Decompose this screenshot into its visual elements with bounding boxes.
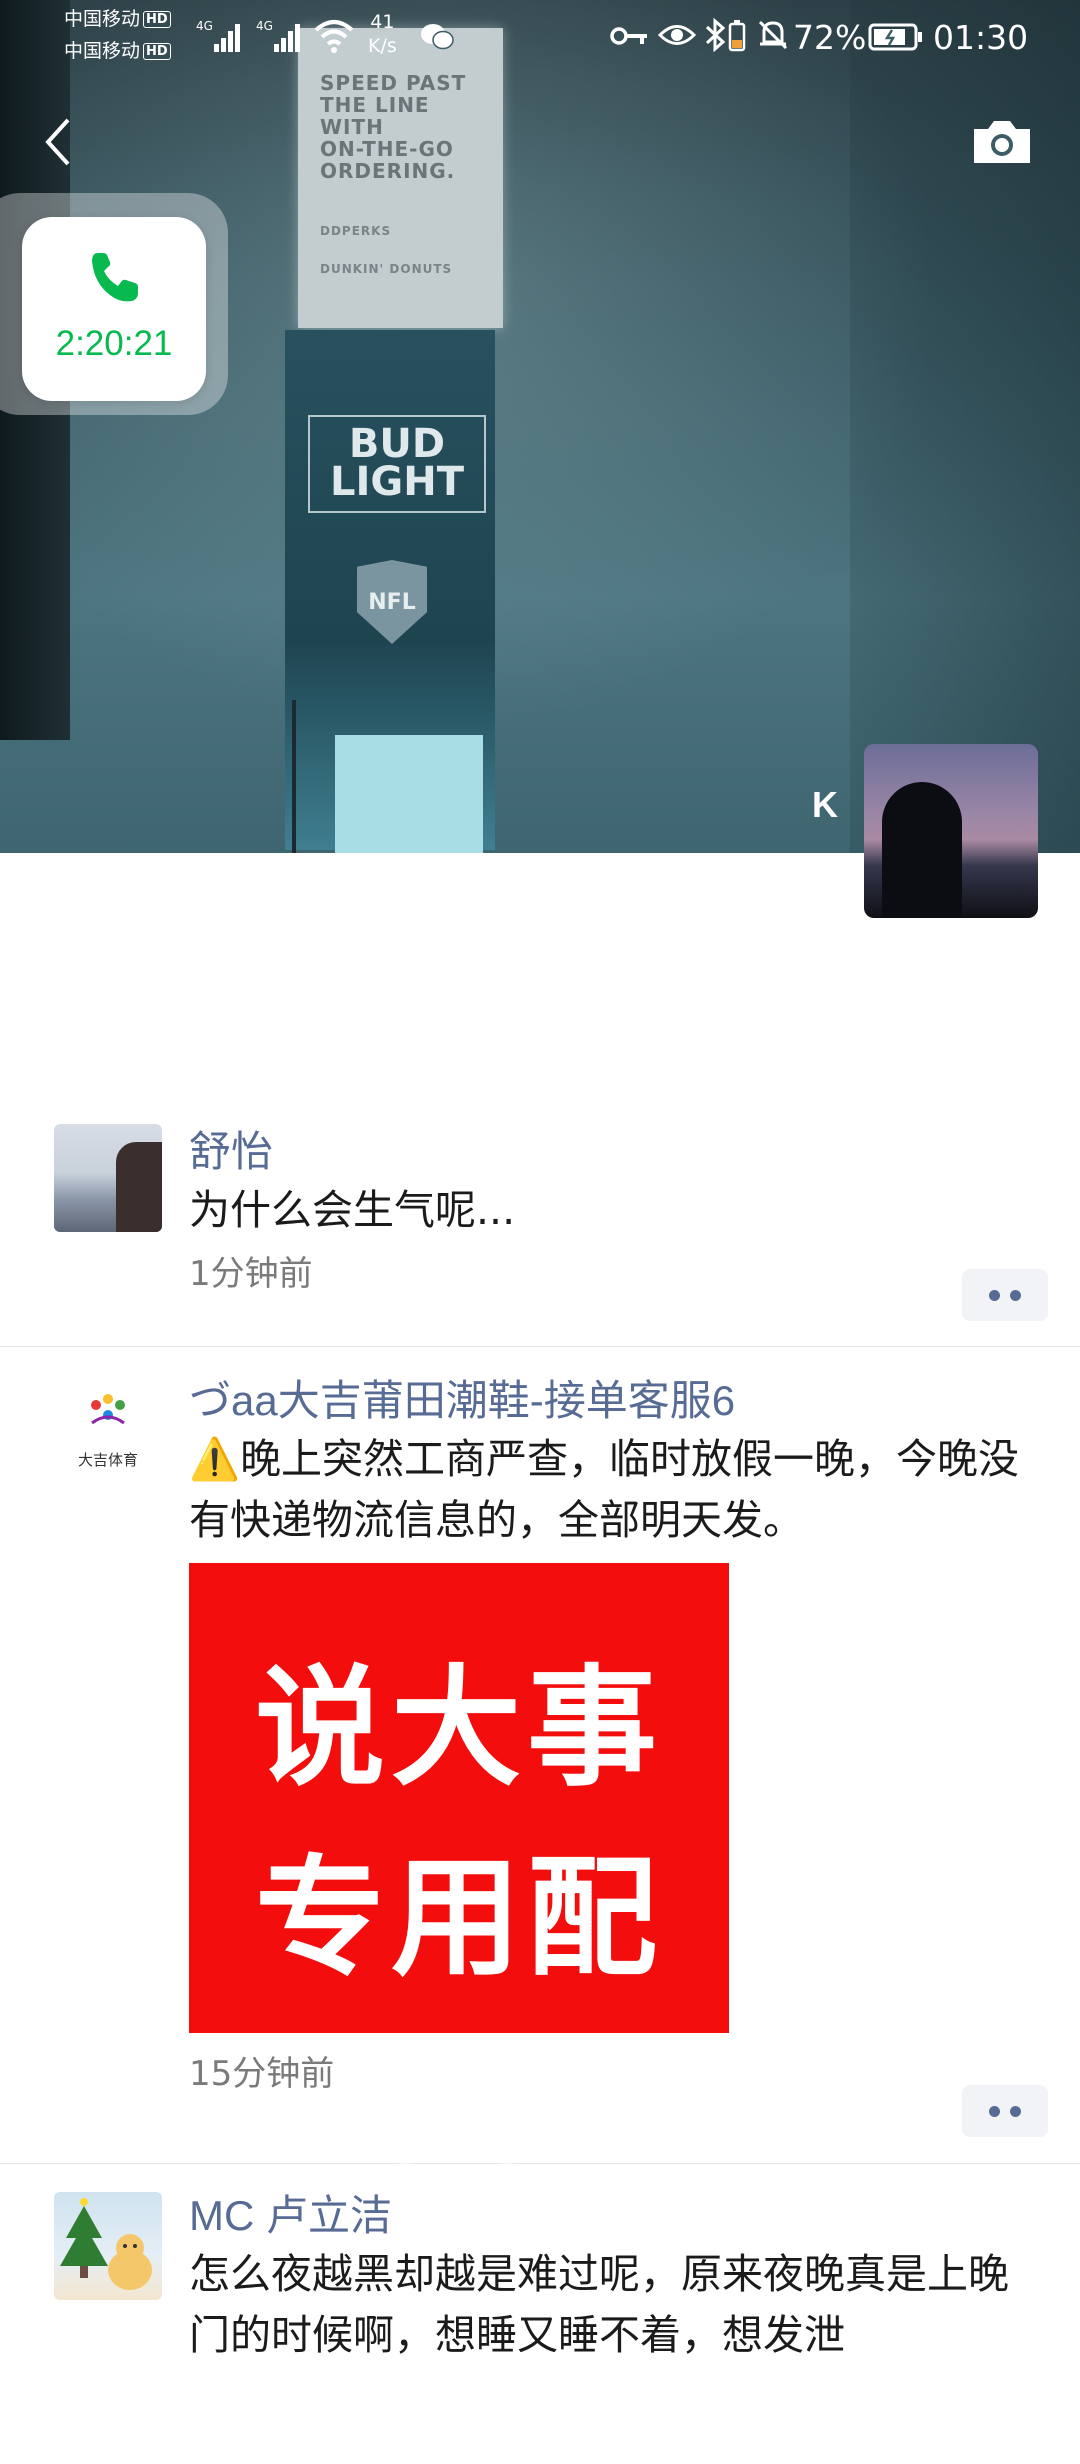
key-icon [610, 27, 647, 45]
avatar[interactable] [54, 1124, 162, 1232]
post-author[interactable]: づaa大吉莆田潮鞋-接单客服6 [189, 1347, 1040, 1429]
signal-icon: 4G [196, 19, 240, 52]
call-float-window[interactable]: 2:20:21 [22, 217, 206, 401]
billboard-line: THE LINE [320, 93, 430, 117]
status-bar: 中国移动 HD 中国移动 HD 4G 4G 41 K/s 72% 01:30 [0, 0, 1080, 75]
post-author[interactable]: 舒怡 [189, 1110, 1040, 1180]
hd-badge: HD [143, 43, 171, 60]
camera-button[interactable] [970, 115, 1034, 167]
post-author[interactable]: MC 卢立洁 [189, 2164, 1040, 2244]
net-speed: 41 K/s [368, 10, 397, 58]
signal-icon: 4G [256, 19, 300, 52]
dot [1010, 1290, 1021, 1301]
net-speed-unit: K/s [368, 35, 397, 57]
image-caption-1: 说大事 [254, 1652, 663, 1804]
billboard-line: WITH [320, 115, 384, 139]
moments-feed: 舒怡 为什么会生气呢... 1分钟前 大吉体育 づaa大吉莆田潮鞋-接单客服6 … [0, 1110, 1080, 2464]
avatar[interactable] [54, 2192, 162, 2300]
post-text-body: 晚上突然工商严查，临时放假一晚，今晚没有快递物流信息的，全部明天发。 [189, 1435, 1020, 1544]
svg-text:4G: 4G [256, 19, 273, 33]
moment-post: MC 卢立洁 怎么夜越黑却越是难过呢，原来夜晚真是上晚门的时候啊，想睡又睡不着，… [0, 2164, 1080, 2464]
billboard-line: SPEED PAST [320, 71, 467, 95]
profile-name[interactable]: K [812, 784, 838, 826]
billboard-brand: DDPERKS [320, 224, 392, 238]
phone-icon [92, 253, 138, 302]
avatar[interactable]: 大吉体育 [54, 1375, 162, 1483]
carrier-1: 中国移动 HD [64, 8, 171, 30]
cover-photo[interactable]: SPEED PAST THE LINE WITH ON-THE-GO ORDER… [0, 0, 1080, 853]
bud-light-logo: BUD LIGHT [308, 415, 486, 513]
call-duration: 2:20:21 [55, 324, 173, 363]
carrier-label: 中国移动 [64, 8, 141, 30]
profile-avatar[interactable] [864, 744, 1038, 918]
moment-post: 大吉体育 づaa大吉莆田潮鞋-接单客服6 ⚠️晚上突然工商严查，临时放假一晚，今… [0, 1347, 1080, 2182]
net-speed-value: 41 [370, 11, 395, 33]
post-image[interactable]: 说大事 专用配图 [189, 1563, 729, 2182]
mute-bell-icon [758, 20, 788, 50]
cover-building [850, 0, 1080, 853]
avatar-silhouette [882, 782, 962, 918]
carrier-label: 中国移动 [64, 40, 141, 62]
dot [1010, 2106, 1021, 2117]
post-text: 为什么会生气呢... [189, 1186, 516, 1234]
post-time: 1分钟前 [189, 1254, 313, 1294]
wechat-icon [421, 24, 454, 50]
billboard-brand: DUNKIN' DONUTS [320, 262, 453, 276]
hd-badge: HD [143, 11, 171, 28]
more-button[interactable] [962, 2085, 1048, 2137]
bluetooth-icon [705, 18, 726, 52]
battery-small-icon [728, 20, 746, 52]
dot [989, 2106, 1000, 2117]
clock: 01:30 [933, 18, 1029, 57]
cover-screen [335, 735, 483, 853]
cover-pole [292, 700, 296, 853]
wifi-icon [314, 20, 354, 53]
billboard-line: ORDERING. [320, 159, 456, 183]
battery-percent: 72% [793, 18, 867, 57]
post-text: ⚠️晚上突然工商严查，临时放假一晚，今晚没有快递物流信息的，全部明天发。 [189, 1429, 1040, 1551]
post-text: 怎么夜越黑却越是难过呢，原来夜晚真是上晚门的时候啊，想睡又睡不着，想发泄 [189, 2250, 1009, 2359]
chevron-left-icon [45, 118, 70, 166]
brand-logo-text: 大吉体育 [77, 1451, 138, 1469]
christmas-tree-icon [60, 2198, 152, 2290]
svg-text:4G: 4G [196, 19, 213, 33]
image-caption-2: 专用配图 [254, 1842, 663, 2182]
camera-icon [974, 121, 1030, 163]
dot [989, 1290, 1000, 1301]
moment-post: 舒怡 为什么会生气呢... 1分钟前 [0, 1110, 1080, 1347]
avatar-figure [116, 1142, 162, 1232]
battery-icon [868, 23, 922, 51]
more-button[interactable] [962, 1269, 1048, 1321]
eye-icon [658, 25, 696, 45]
carrier-2: 中国移动 HD [64, 40, 171, 62]
warning-icon: ⚠️ [189, 1435, 241, 1483]
back-button[interactable] [38, 112, 78, 172]
billboard-line: ON-THE-GO [320, 137, 454, 161]
